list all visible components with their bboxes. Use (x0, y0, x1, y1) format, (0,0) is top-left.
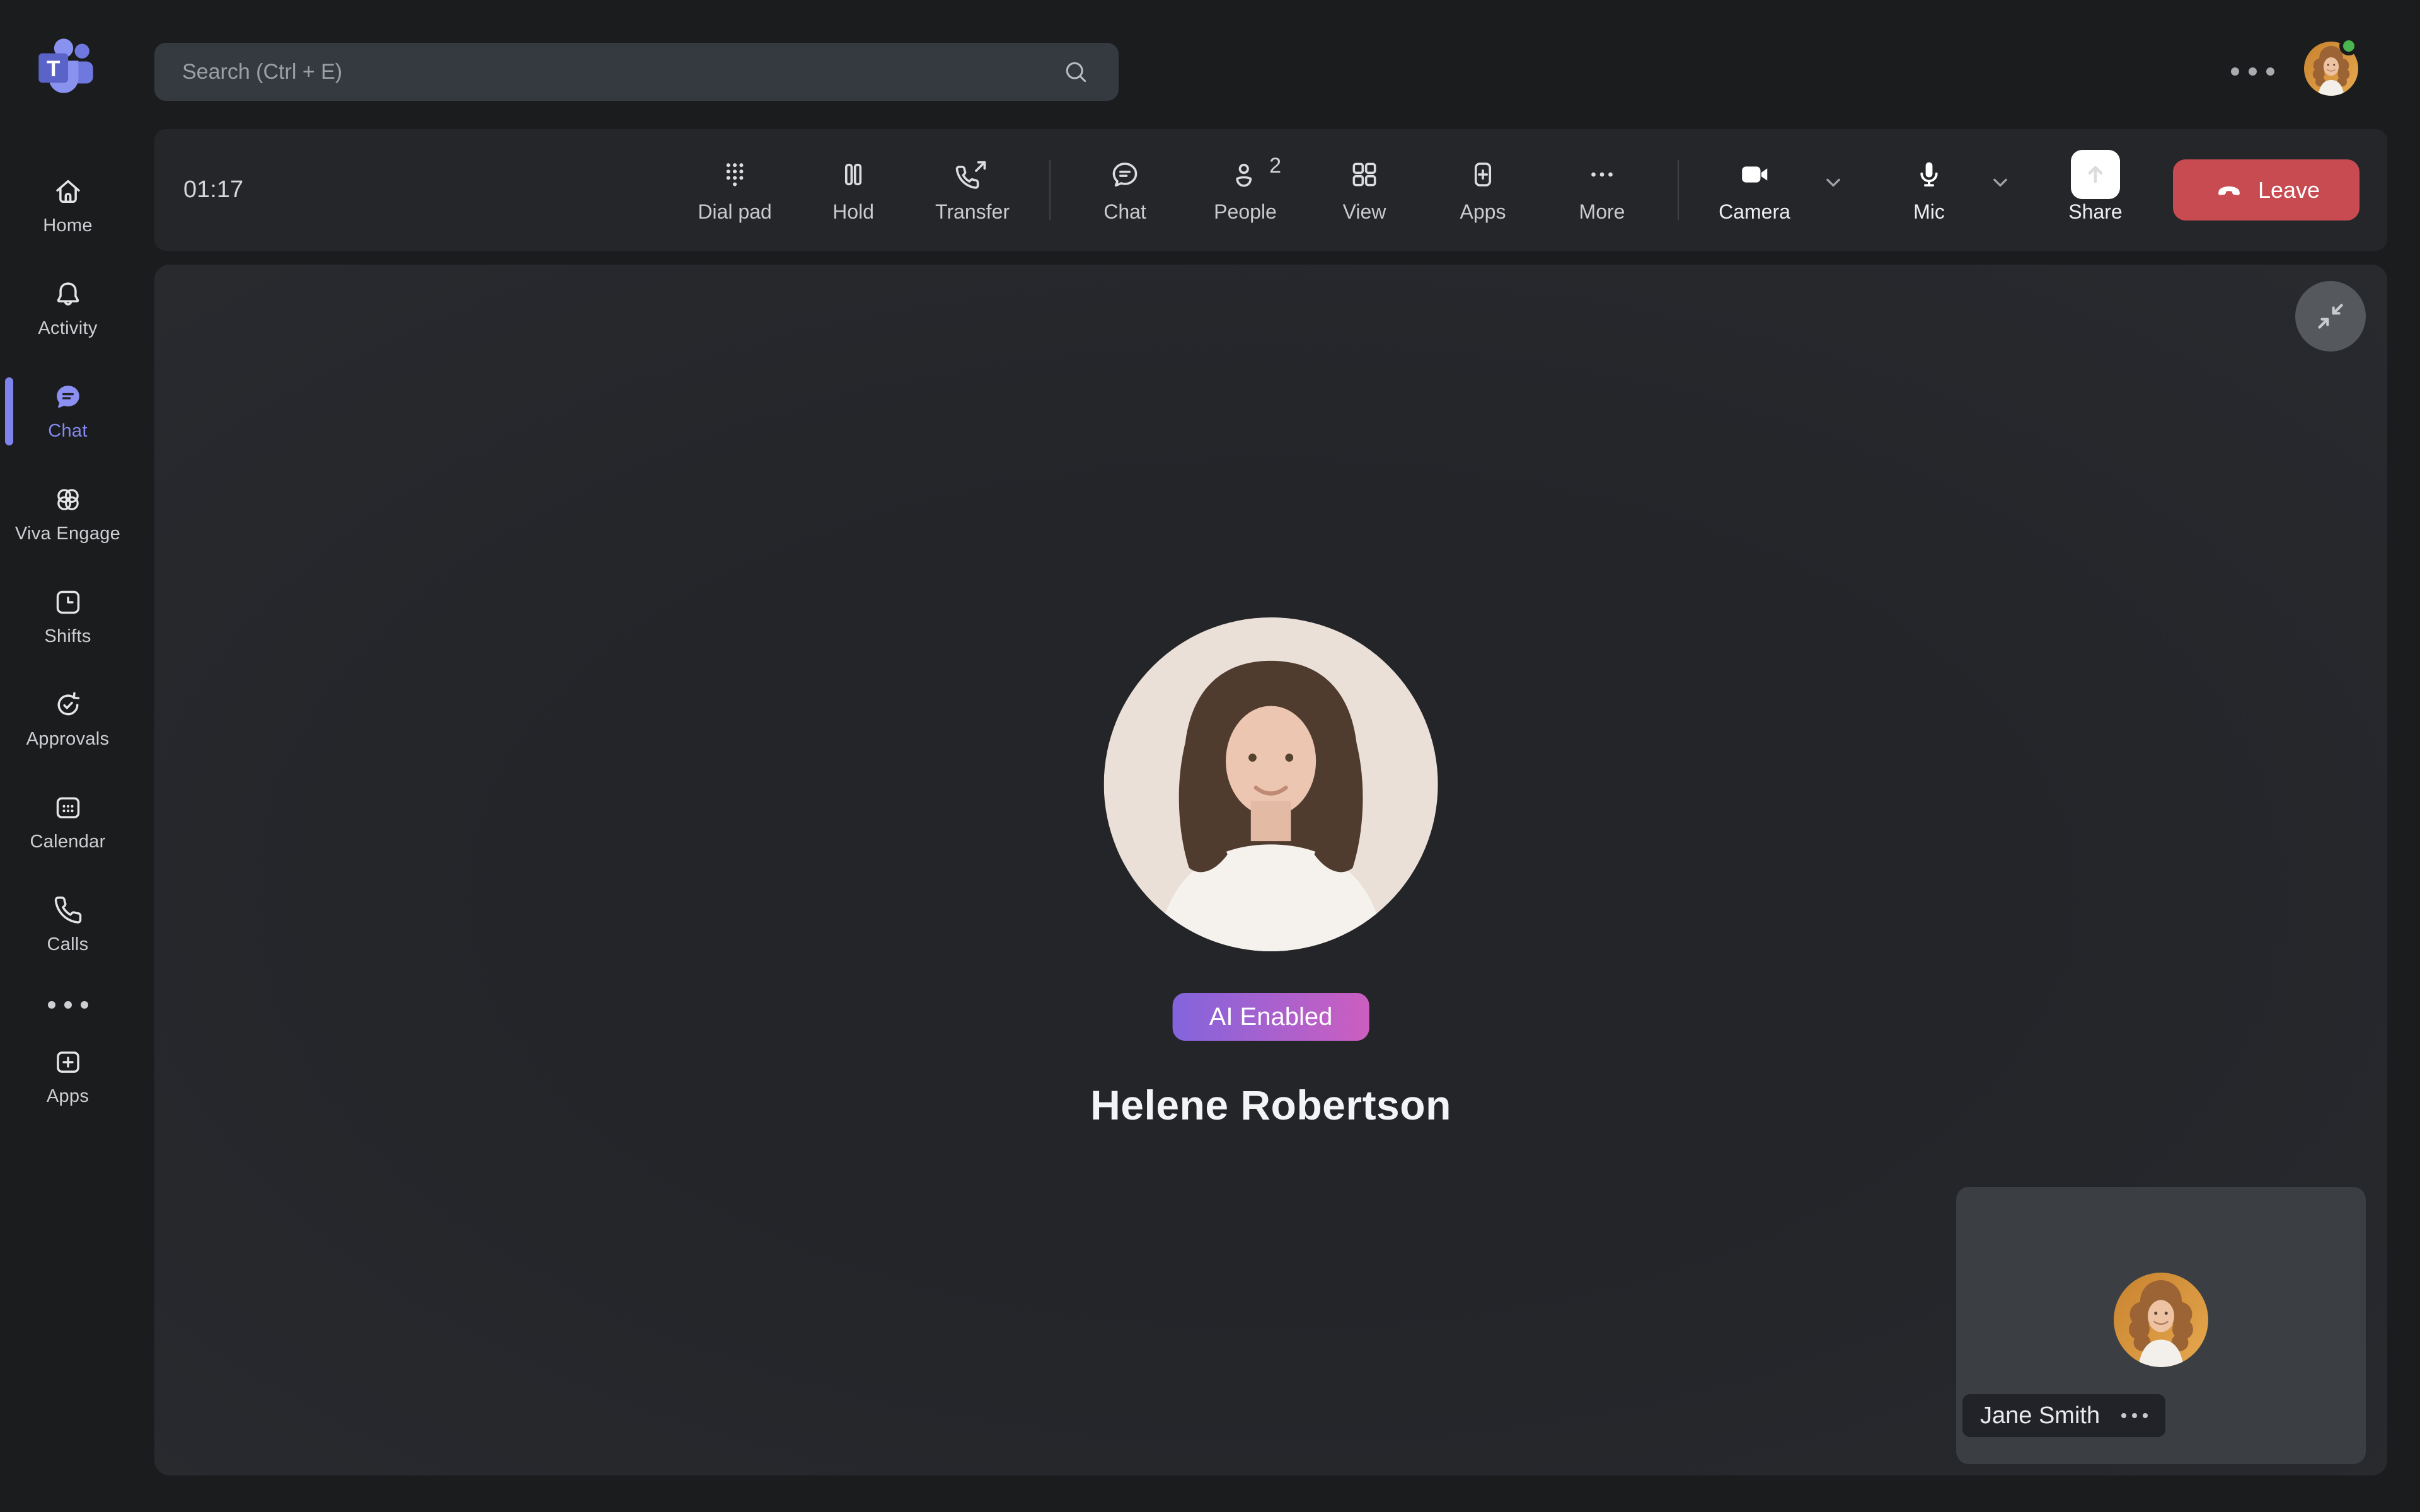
sidebar-item-home[interactable]: Home (0, 154, 135, 257)
dial-pad-button[interactable]: Dial pad (681, 129, 788, 251)
sidebar-item-viva-engage[interactable]: Viva Engage (0, 462, 135, 565)
grid-view-icon (1347, 156, 1381, 193)
call-stage: AI Enabled Helene Robertson J (154, 265, 2387, 1475)
participant-name: Helene Robertson (1090, 1081, 1451, 1129)
sidebar-item-label: Apps (47, 1086, 89, 1107)
sidebar-nav: Home Activity Chat (0, 154, 135, 1128)
collapse-arrows-icon (2313, 299, 2348, 334)
participant-avatar (1104, 617, 1438, 951)
apps-button[interactable]: Apps (1429, 129, 1536, 251)
people-button[interactable]: 2 People (1192, 129, 1299, 251)
teams-logo-icon[interactable]: T (33, 33, 103, 103)
toolbar-divider (1049, 160, 1051, 220)
leave-call-button[interactable]: Leave (2173, 159, 2360, 220)
bell-icon (52, 278, 84, 311)
svg-text:T: T (47, 57, 60, 81)
sidebar-item-label: Home (43, 215, 93, 236)
call-timer: 01:17 (183, 129, 243, 251)
chevron-down-icon (1986, 168, 2014, 196)
calendar-icon (52, 791, 84, 824)
active-speaker: AI Enabled Helene Robertson (1090, 617, 1451, 1129)
toolbar-divider (1678, 160, 1679, 220)
pip-participant-tile[interactable]: Jane Smith (1956, 1187, 2366, 1464)
more-horizontal-icon (1585, 156, 1619, 193)
sidebar-item-label: Chat (48, 421, 87, 442)
pip-avatar (2114, 1273, 2208, 1367)
pip-participant-name: Jane Smith (1980, 1402, 2100, 1429)
transfer-call-icon (955, 156, 989, 193)
people-icon: 2 (1228, 156, 1262, 193)
sidebar-item-label: Viva Engage (15, 524, 120, 544)
sidebar-item-activity[interactable]: Activity (0, 257, 135, 360)
hang-up-icon (2213, 174, 2245, 207)
teams-call-window: { "app": { "name": "Microsoft Teams" }, … (0, 0, 2420, 1512)
camera-icon (1737, 156, 1772, 193)
presence-available-badge (2339, 37, 2358, 55)
shifts-clock-icon (52, 586, 84, 619)
more-horizontal-icon (2231, 67, 2239, 76)
chat-button[interactable]: Chat (1071, 129, 1178, 251)
share-screen-icon (2071, 156, 2120, 193)
mic-button[interactable]: Mic (1894, 129, 1964, 251)
sidebar-item-label: Calls (47, 934, 89, 955)
transfer-button[interactable]: Transfer (919, 129, 1026, 251)
view-button[interactable]: View (1311, 129, 1418, 251)
hold-button[interactable]: Hold (800, 129, 907, 251)
mic-options-chevron[interactable] (1978, 129, 2022, 251)
app-sidebar: T Home Activity (0, 0, 135, 1512)
window-more-button[interactable] (2228, 57, 2276, 86)
pip-name-pill: Jane Smith (1962, 1394, 2165, 1437)
sidebar-item-label: Approvals (26, 729, 110, 750)
search-icon[interactable] (1062, 58, 1090, 86)
mic-icon (1912, 156, 1946, 193)
sidebar-item-apps[interactable]: Apps (0, 1025, 135, 1128)
apps-plus-icon (52, 1046, 84, 1079)
search-input[interactable] (154, 43, 1119, 101)
sidebar-item-chat[interactable]: Chat (0, 360, 135, 462)
search-box (154, 43, 1119, 101)
sidebar-item-label: Activity (38, 318, 97, 339)
apps-plus-icon (1466, 156, 1500, 193)
chat-bubble-icon (1108, 156, 1142, 193)
viva-engage-icon (52, 483, 84, 516)
home-icon (52, 175, 84, 208)
sidebar-item-shifts[interactable]: Shifts (0, 565, 135, 668)
sidebar-item-label: Shifts (44, 626, 91, 647)
more-horizontal-icon (48, 1001, 88, 1009)
chat-bubble-icon (52, 381, 84, 413)
hold-pause-icon (836, 156, 870, 193)
people-count-badge: 2 (1269, 154, 1281, 178)
camera-button[interactable]: Camera (1707, 129, 1802, 251)
dial-pad-icon (718, 156, 752, 193)
share-button[interactable]: Share (2048, 129, 2143, 251)
more-button[interactable]: More (1548, 129, 1656, 251)
sidebar-item-calls[interactable]: Calls (0, 873, 135, 976)
sidebar-item-approvals[interactable]: Approvals (0, 668, 135, 770)
approvals-icon (52, 689, 84, 721)
phone-icon (52, 894, 84, 927)
ai-enabled-badge: AI Enabled (1173, 993, 1369, 1041)
camera-options-chevron[interactable] (1811, 129, 1855, 251)
pip-more-button[interactable] (2121, 1413, 2148, 1418)
sidebar-item-calendar[interactable]: Calendar (0, 770, 135, 873)
call-toolbar: 01:17 Dial pad Hold (154, 129, 2387, 251)
chevron-down-icon (1819, 168, 1847, 196)
sidebar-item-label: Calendar (30, 832, 105, 852)
collapse-view-button[interactable] (2295, 281, 2366, 352)
sidebar-item-more[interactable] (0, 976, 135, 1025)
